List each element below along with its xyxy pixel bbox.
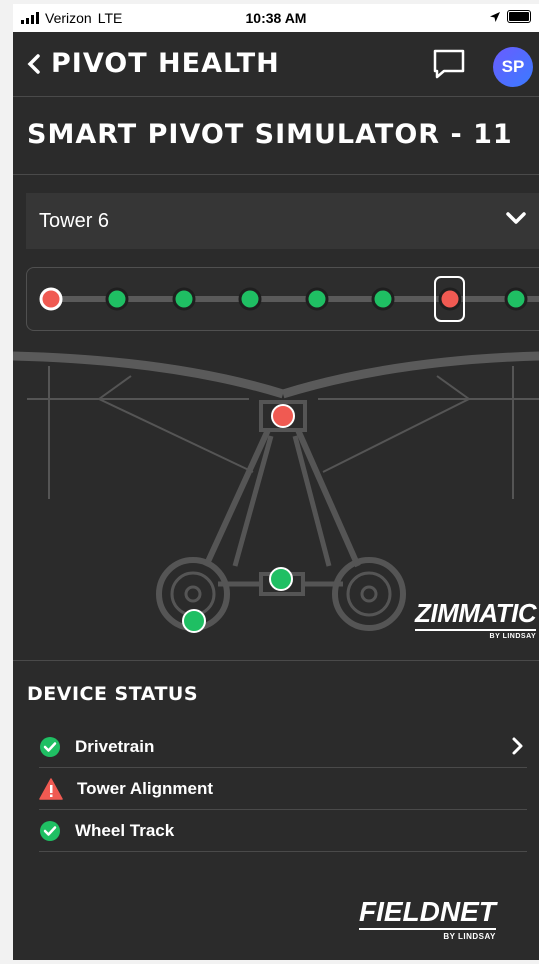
chevron-left-icon — [27, 53, 40, 74]
status-row-wheel-track[interactable]: Wheel Track — [39, 810, 527, 852]
wheel-track-sensor[interactable] — [182, 609, 206, 633]
status-bar: Verizon LTE 10:38 AM — [13, 4, 539, 32]
device-status-title: DEVICE STATUS — [27, 683, 199, 705]
tower-strip-graphic — [39, 276, 539, 322]
battery-icon — [507, 10, 531, 23]
zimmatic-subtitle: BY LINDSAY — [489, 633, 537, 640]
tower-3-indicator[interactable] — [172, 287, 196, 311]
location-arrow-icon — [490, 11, 500, 22]
tower-select-value: Tower 6 — [39, 209, 110, 232]
fieldnet-wordmark: FIELDNET — [359, 896, 496, 930]
title-divider — [13, 174, 539, 175]
fieldnet-subtitle: BY LINDSAY — [443, 932, 496, 941]
drivetrain-sensor[interactable] — [269, 567, 293, 591]
chat-icon[interactable] — [431, 46, 467, 82]
chevron-down-icon — [506, 212, 526, 224]
tower-strip — [26, 267, 539, 331]
fieldnet-logo: FIELDNET BY LINDSAY — [359, 896, 496, 941]
status-label-tower-alignment: Tower Alignment — [77, 778, 213, 798]
header-divider — [13, 96, 539, 97]
tower-5-indicator[interactable] — [305, 287, 329, 311]
tower-select[interactable]: Tower 6 — [26, 193, 539, 249]
chevron-right-icon — [512, 737, 523, 755]
avatar[interactable]: SP — [493, 47, 533, 87]
nav-header: PIVOT HEALTH SP — [13, 32, 539, 96]
status-row-drivetrain[interactable]: Drivetrain — [39, 726, 527, 768]
tower-6-indicator[interactable] — [371, 287, 395, 311]
header-title: PIVOT HEALTH — [51, 48, 280, 79]
back-button[interactable]: PIVOT HEALTH — [27, 48, 280, 79]
diagram-divider — [13, 660, 539, 661]
zimmatic-logo: ZIMMATIC BY LINDSAY — [415, 598, 537, 640]
warning-triangle-icon — [39, 777, 63, 800]
page-title: SMART PIVOT SIMULATOR - 11 — [27, 119, 513, 150]
check-circle-icon — [40, 820, 60, 841]
tower-2-indicator[interactable] — [105, 287, 129, 311]
check-circle-icon — [40, 736, 60, 757]
clock: 10:38 AM — [245, 10, 307, 26]
tower-alignment-sensor[interactable] — [271, 404, 295, 428]
zimmatic-wordmark: ZIMMATIC — [415, 598, 537, 631]
status-label-wheel-track: Wheel Track — [75, 820, 175, 840]
tower-7-indicator[interactable] — [438, 287, 462, 311]
tower-4-indicator[interactable] — [238, 287, 262, 311]
status-icons — [489, 10, 531, 23]
status-label-drivetrain: Drivetrain — [75, 736, 155, 756]
status-row-tower-alignment[interactable]: Tower Alignment — [39, 768, 527, 810]
tower-1-indicator[interactable] — [39, 287, 63, 311]
tower-8-indicator[interactable] — [504, 287, 528, 311]
app-screen: Verizon LTE 10:38 AM PIVOT HEALTH SP SMA… — [13, 4, 539, 960]
